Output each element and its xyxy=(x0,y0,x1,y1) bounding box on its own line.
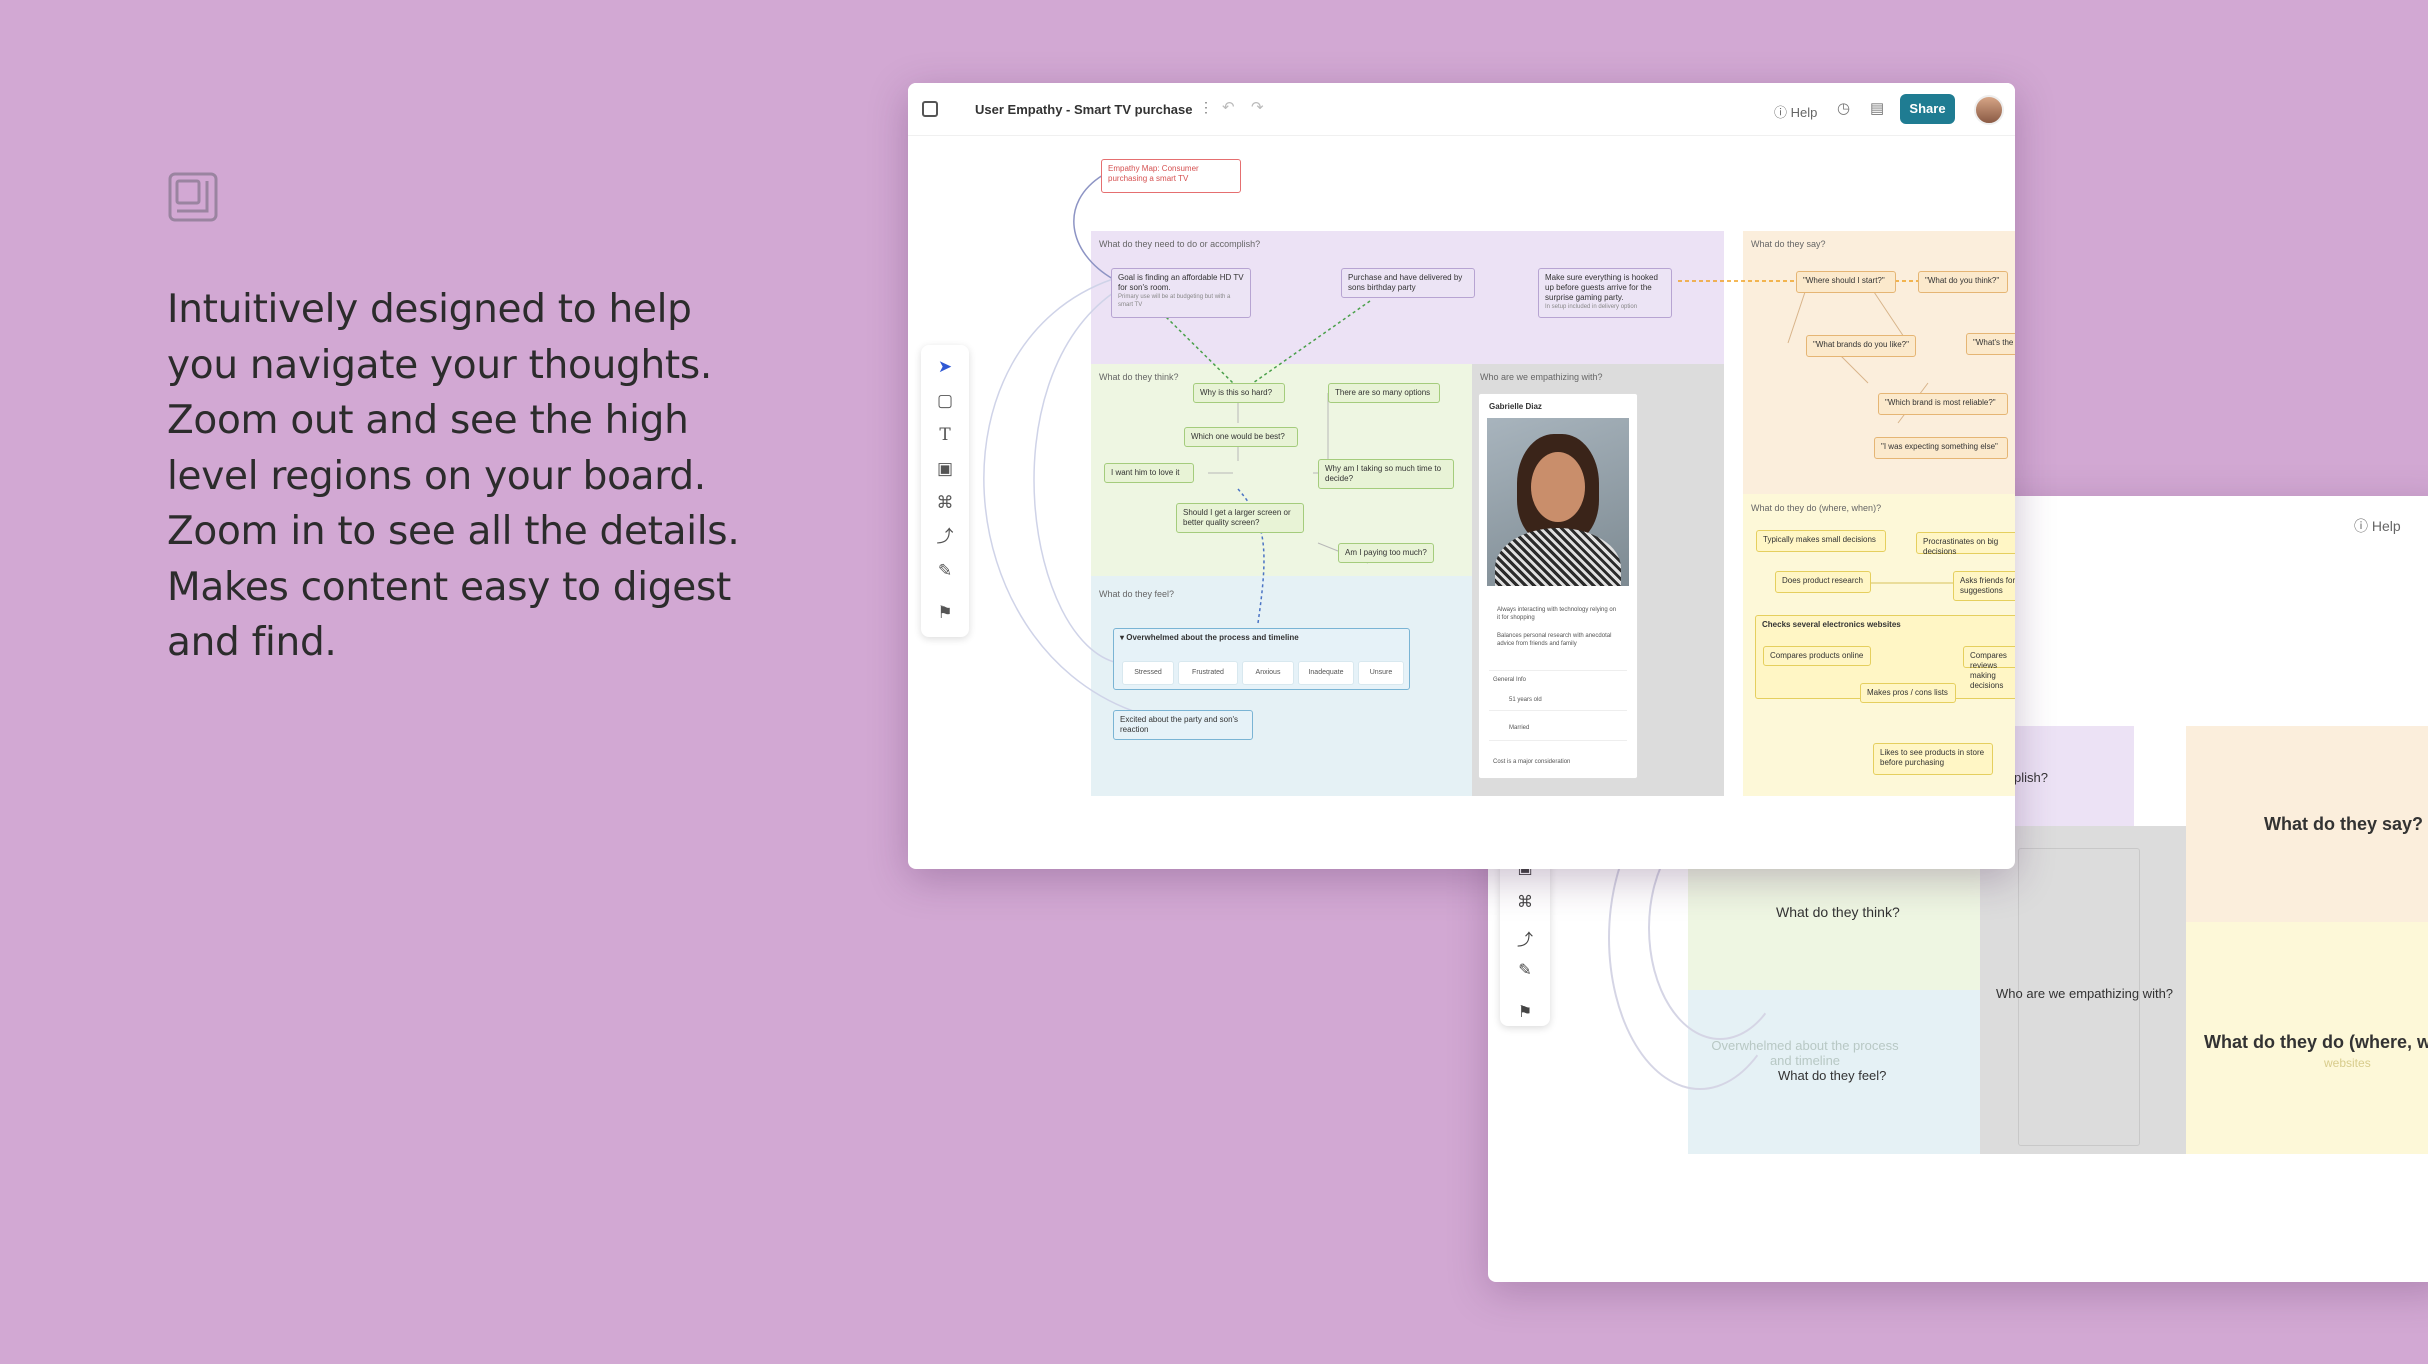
tag-tool-icon[interactable]: ⚑ xyxy=(933,601,957,625)
zoomed-faded-feel: Overwhelmed about the process and timeli… xyxy=(1711,1038,1899,1068)
persona-section: General Info xyxy=(1493,677,1527,683)
node-say[interactable]: "What do you think?" xyxy=(1918,271,2008,293)
node-accomplish[interactable]: Make sure everything is hooked up before… xyxy=(1538,268,1672,318)
headline-line: you navigate your thoughts. xyxy=(167,342,712,388)
tag-tool-icon[interactable]: ⚑ xyxy=(1515,1002,1535,1022)
feel-chip[interactable]: Anxious xyxy=(1242,661,1294,685)
node-think[interactable]: Am I paying too much? xyxy=(1338,543,1434,563)
frame-tool-icon[interactable]: ⌘ xyxy=(933,491,957,515)
node-say[interactable]: "I was expecting something else" xyxy=(1874,437,2008,459)
node-do-group-title: Checks several electronics websites xyxy=(1762,620,1901,629)
node-do[interactable]: Likes to see products in store before pu… xyxy=(1873,743,1993,775)
node-do[interactable]: Procrastinates on big decisions xyxy=(1916,532,2015,556)
node-think[interactable]: I want him to love it xyxy=(1104,463,1194,483)
feel-chip[interactable]: Frustrated xyxy=(1178,661,1238,685)
node-say[interactable]: "Where should I start?" xyxy=(1796,271,1896,293)
node-say[interactable]: "Which brand is most reliable?" xyxy=(1878,393,2008,415)
pen-tool-icon[interactable]: ✎ xyxy=(933,559,957,583)
persona-footer: Cost is a major consideration xyxy=(1493,759,1571,765)
persona-card[interactable]: Gabrielle Diaz Always interacting with t… xyxy=(1478,393,1638,779)
connector-tool-icon[interactable]: ⤴ xyxy=(933,525,957,549)
app-logo-icon xyxy=(168,172,218,222)
frame-tool-icon[interactable]: ⌘ xyxy=(1515,892,1535,912)
text-tool-icon[interactable]: T xyxy=(933,423,957,447)
node-think[interactable]: There are so many options xyxy=(1328,383,1440,403)
zoomed-label-who: Who are we empathizing with? xyxy=(1996,986,2174,1001)
persona-note: Always interacting with technology relyi… xyxy=(1497,607,1617,621)
zoomed-faded-websites: websites xyxy=(2324,1056,2371,1070)
node-do[interactable]: Does product research xyxy=(1775,571,1871,593)
pen-tool-icon[interactable]: ✎ xyxy=(1515,960,1535,980)
node-accomplish-sub: Primary use will be at budgeting but wit… xyxy=(1118,294,1231,308)
connector-lines xyxy=(983,174,2008,712)
node-accomplish[interactable]: Goal is finding an affordable HD TV for … xyxy=(1111,268,1251,318)
node-feel-main: ▾ Overwhelmed about the process and time… xyxy=(1120,633,1299,642)
node-accomplish-sub: In setup included in delivery option xyxy=(1545,304,1638,310)
help-button[interactable]: ⓘ Help xyxy=(2354,516,2401,536)
headline-line: level regions on your board. xyxy=(167,453,706,499)
node-think[interactable]: Should I get a larger screen or better q… xyxy=(1176,503,1304,533)
zoomed-label-do: What do they do (where, w xyxy=(2204,1032,2428,1052)
zoomed-label-feel: What do they feel? xyxy=(1778,1068,1887,1083)
node-do[interactable]: Compares reviews making decisions xyxy=(1963,646,2015,690)
image-tool-icon[interactable]: ▣ xyxy=(933,457,957,481)
toolbar: ➤ ▢ T ▣ ⌘ ⤴ ✎ ⚑ xyxy=(921,345,969,637)
node-do[interactable]: Compares products online xyxy=(1763,646,1871,666)
node-root[interactable]: Empathy Map: Consumer purchasing a smart… xyxy=(1101,159,1241,193)
zoomed-label-think: What do they think? xyxy=(1776,904,1900,920)
persona-name: Gabrielle Diaz xyxy=(1489,402,1542,411)
feel-chip[interactable]: Unsure xyxy=(1358,661,1404,685)
node-accomplish-text: Make sure everything is hooked up before… xyxy=(1545,273,1658,302)
select-tool-icon[interactable]: ➤ xyxy=(933,355,957,379)
node-do[interactable]: Makes pros / cons lists xyxy=(1860,683,1956,703)
node-do[interactable]: Typically makes small decisions xyxy=(1756,530,1886,552)
node-do[interactable]: Asks friends for suggestions xyxy=(1953,571,2015,601)
node-think[interactable]: Which one would be best? xyxy=(1184,427,1298,447)
headline-line: Zoom in to see all the details. xyxy=(167,509,740,554)
headline: Intuitively designed to help you navigat… xyxy=(167,282,767,671)
connector-tool-icon[interactable]: ⤴ xyxy=(1515,926,1535,949)
headline-line: Zoom out and see the high xyxy=(167,398,689,443)
feel-chip[interactable]: Stressed xyxy=(1122,661,1174,685)
node-feel[interactable]: Excited about the party and son's reacti… xyxy=(1113,710,1253,740)
headline-line: and find. xyxy=(167,620,337,665)
persona-info: 51 years old xyxy=(1509,697,1542,703)
node-accomplish[interactable]: Purchase and have delivered by sons birt… xyxy=(1341,268,1475,298)
persona-note: Balances personal research with anecdota… xyxy=(1497,633,1612,647)
persona-info: Married xyxy=(1509,725,1530,731)
node-accomplish-text: Goal is finding an affordable HD TV for … xyxy=(1118,273,1244,292)
board-window: User Empathy - Smart TV purchase ⋮ ↶ ↷ ⓘ… xyxy=(908,83,2015,869)
sticky-tool-icon[interactable]: ▢ xyxy=(933,389,957,413)
node-think[interactable]: Why am I taking so much time to decide? xyxy=(1318,459,1454,489)
node-say[interactable]: "What brands do you like?" xyxy=(1806,335,1916,357)
node-think[interactable]: Why is this so hard? xyxy=(1193,383,1285,403)
node-say[interactable]: "What's the xyxy=(1966,333,2015,355)
feel-chip[interactable]: Inadequate xyxy=(1298,661,1354,685)
headline-line: Intuitively designed to help xyxy=(167,287,692,332)
toolbar-faded: ▣ ⌘ ⤴ ✎ ⚑ xyxy=(1500,846,1550,1026)
headline-line: Makes content easy to digest xyxy=(167,564,731,610)
zoomed-label-accomplish: plish? xyxy=(2014,770,2048,785)
persona-photo xyxy=(1487,418,1629,586)
zoomed-label-say: What do they say? xyxy=(2264,814,2424,834)
